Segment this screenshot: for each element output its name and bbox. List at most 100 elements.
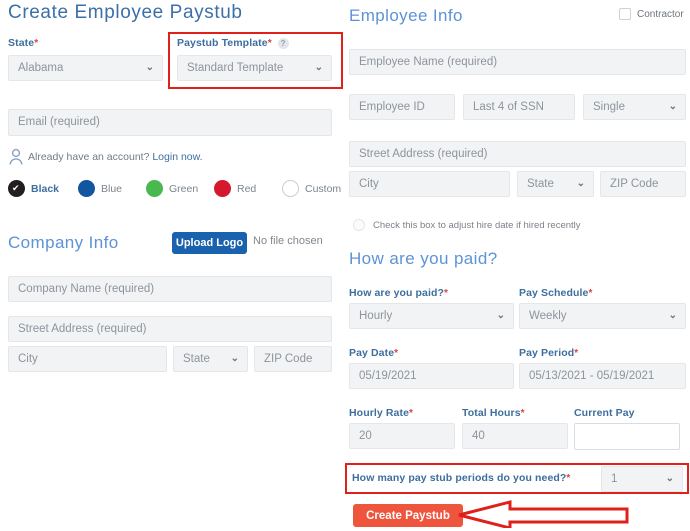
state-label: State: [8, 37, 35, 49]
current-pay-label-group: Current Pay: [574, 407, 635, 419]
contractor-checkbox[interactable]: [619, 8, 631, 20]
state-select[interactable]: Alabama ⌄: [8, 55, 163, 81]
color-swatch-red[interactable]: [214, 180, 231, 197]
color-label-blue[interactable]: Blue: [101, 183, 122, 195]
pay-date-required-marker: *: [394, 348, 399, 359]
color-options-row: Black Blue Green Red Custom: [0, 180, 345, 202]
company-state-select[interactable]: State ⌄: [173, 346, 248, 372]
company-street-address-placeholder: Street Address (required): [18, 323, 147, 335]
pay-schedule-label-group: Pay Schedule*: [519, 287, 592, 299]
upload-logo-button[interactable]: Upload Logo: [172, 232, 247, 254]
hire-date-checkbox[interactable]: [353, 219, 365, 231]
current-pay-input[interactable]: [574, 423, 680, 450]
pay-schedule-select[interactable]: Weekly ⌄: [519, 303, 686, 329]
chevron-down-icon: ⌄: [668, 101, 677, 112]
login-now-link[interactable]: Login now.: [152, 151, 202, 163]
current-pay-label: Current Pay: [574, 407, 635, 419]
company-zip-input[interactable]: ZIP Code: [254, 346, 332, 372]
color-label-green[interactable]: Green: [169, 183, 198, 195]
create-paystub-form: Create Employee Paystub State* Alabama ⌄…: [0, 0, 690, 531]
color-label-black[interactable]: Black: [31, 183, 59, 195]
employee-state-select[interactable]: State ⌄: [517, 171, 594, 197]
page-title: Create Employee Paystub: [8, 2, 243, 23]
how-paid-required-marker: *: [444, 288, 448, 299]
state-required-marker: *: [34, 38, 39, 49]
login-prompt-text: Already have an account?: [28, 151, 150, 163]
chevron-down-icon: ⌄: [576, 178, 585, 189]
state-label-group: State*: [8, 37, 38, 49]
hourly-rate-label-group: Hourly Rate*: [349, 407, 413, 419]
pay-period-required-marker: *: [574, 348, 579, 359]
email-input[interactable]: Email (required): [8, 109, 332, 136]
user-icon: [8, 148, 24, 169]
color-swatch-green[interactable]: [146, 180, 163, 197]
total-hours-value: 40: [472, 430, 485, 442]
pay-date-input[interactable]: 05/19/2021: [349, 363, 514, 389]
company-name-input[interactable]: Company Name (required): [8, 276, 332, 302]
color-swatch-blue[interactable]: [78, 180, 95, 197]
company-info-title: Company Info: [8, 233, 119, 252]
pay-period-label-group: Pay Period*: [519, 347, 578, 359]
how-paid-value: Hourly: [359, 310, 393, 322]
total-hours-label: Total Hours: [462, 407, 521, 419]
employee-info-title: Employee Info: [349, 6, 463, 25]
total-hours-input[interactable]: 40: [462, 423, 568, 449]
hourly-rate-required-marker: *: [409, 408, 413, 419]
chevron-down-icon: ⌄: [230, 353, 239, 364]
employee-street-address-input[interactable]: Street Address (required): [349, 141, 686, 167]
employee-zip-placeholder: ZIP Code: [610, 178, 659, 190]
company-street-address-input[interactable]: Street Address (required): [8, 316, 332, 342]
annotation-box-paystub-template: [168, 32, 343, 89]
company-zip-placeholder: ZIP Code: [264, 353, 313, 365]
employee-name-input[interactable]: Employee Name (required): [349, 49, 686, 75]
employee-city-input[interactable]: City: [349, 171, 510, 197]
total-hours-required-marker: *: [520, 408, 525, 419]
annotation-box-periods: [345, 463, 689, 494]
color-swatch-black[interactable]: [8, 180, 25, 197]
company-city-placeholder: City: [18, 353, 38, 365]
employee-id-placeholder: Employee ID: [359, 101, 425, 113]
pay-period-label: Pay Period: [519, 347, 575, 359]
how-paid-label: How are you paid?: [349, 287, 445, 299]
create-paystub-button[interactable]: Create Paystub: [353, 504, 463, 527]
pay-date-label: Pay Date: [349, 347, 395, 359]
employee-city-placeholder: City: [359, 178, 379, 190]
marital-status-select[interactable]: Single ⌄: [583, 94, 686, 120]
last4-ssn-input[interactable]: Last 4 of SSN: [463, 94, 575, 120]
file-status-text: No file chosen: [253, 235, 323, 247]
annotation-arrow: [455, 500, 630, 531]
employee-zip-input[interactable]: ZIP Code: [600, 171, 686, 197]
left-column: Create Employee Paystub State* Alabama ⌄…: [0, 0, 345, 528]
employee-state-value: State: [527, 178, 554, 190]
chevron-down-icon: ⌄: [668, 310, 677, 321]
last4-ssn-placeholder: Last 4 of SSN: [473, 101, 544, 113]
color-swatch-custom[interactable]: [282, 180, 299, 197]
chevron-down-icon: ⌄: [496, 310, 505, 321]
marital-status-value: Single: [593, 101, 625, 113]
pay-date-label-group: Pay Date*: [349, 347, 398, 359]
email-placeholder: Email (required): [18, 116, 100, 128]
hourly-rate-label: Hourly Rate: [349, 407, 410, 419]
total-hours-label-group: Total Hours*: [462, 407, 525, 419]
company-state-value: State: [183, 353, 210, 365]
pay-period-value: 05/13/2021 - 05/19/2021: [529, 370, 655, 382]
pay-section-title: How are you paid?: [349, 249, 498, 268]
how-paid-label-group: How are you paid?*: [349, 287, 448, 299]
company-city-input[interactable]: City: [8, 346, 167, 372]
hourly-rate-value: 20: [359, 430, 372, 442]
color-label-red[interactable]: Red: [237, 183, 256, 195]
login-prompt: Already have an account? Login now.: [28, 151, 203, 163]
color-label-custom[interactable]: Custom: [305, 183, 341, 195]
pay-schedule-required-marker: *: [588, 288, 593, 299]
pay-schedule-label: Pay Schedule: [519, 287, 589, 299]
how-paid-select[interactable]: Hourly ⌄: [349, 303, 514, 329]
contractor-label[interactable]: Contractor: [637, 9, 684, 20]
chevron-down-icon: ⌄: [145, 62, 154, 73]
pay-period-input[interactable]: 05/13/2021 - 05/19/2021: [519, 363, 686, 389]
hourly-rate-input[interactable]: 20: [349, 423, 455, 449]
right-column: Employee Info Contractor Employee Name (…: [345, 0, 690, 531]
employee-name-placeholder: Employee Name (required): [359, 56, 498, 68]
pay-schedule-value: Weekly: [529, 310, 567, 322]
employee-id-input[interactable]: Employee ID: [349, 94, 455, 120]
hire-date-checkbox-label[interactable]: Check this box to adjust hire date if hi…: [373, 220, 581, 231]
